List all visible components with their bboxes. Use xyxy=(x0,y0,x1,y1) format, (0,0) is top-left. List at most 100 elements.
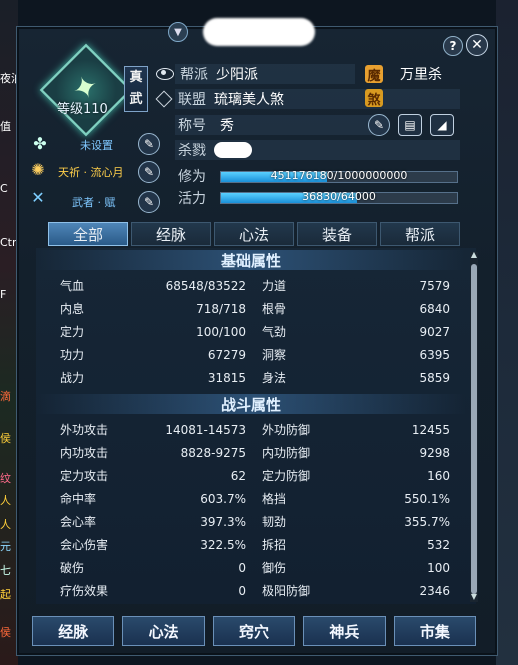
stat-label: 内功防御 xyxy=(262,446,311,460)
huoli-label: 活力 xyxy=(178,191,206,207)
stat-value: 6840 xyxy=(419,302,450,316)
list-icon[interactable]: ▤ xyxy=(398,114,422,136)
stat-value: 160 xyxy=(427,469,450,483)
weapon-button[interactable]: 神兵 xyxy=(303,616,386,646)
title-label: 称号 xyxy=(178,118,206,134)
edge-text: 七 xyxy=(0,564,11,577)
stat-label: 定力攻击 xyxy=(60,469,109,483)
stat-label: 御伤 xyxy=(262,561,287,575)
stat-value: 62 xyxy=(230,469,246,483)
acupoint-button[interactable]: 窍穴 xyxy=(212,616,296,646)
character-name-blurred xyxy=(203,18,315,46)
xinfa-button[interactable]: 心法 xyxy=(122,616,205,646)
guild-value: 少阳派 xyxy=(216,67,258,83)
level-label: 等级110 xyxy=(57,102,108,117)
edge-text: 纹 xyxy=(0,472,11,485)
stat-value: 9298 xyxy=(419,446,450,460)
alliance-row: 联盟 琉璃美人煞 xyxy=(155,89,284,109)
stat-value: 14081-14573 xyxy=(165,423,246,437)
scrollbar[interactable]: ▲ ▼ xyxy=(469,250,479,602)
stat-value: 5859 xyxy=(419,371,450,385)
stat-value: 322.5% xyxy=(200,538,246,552)
warrior-icon: ✕ xyxy=(31,188,45,207)
stat-label: 格挡 xyxy=(262,492,287,506)
edit-button[interactable]: ✎ xyxy=(138,161,160,183)
stat-label: 会心伤害 xyxy=(60,538,109,552)
stat-value: 9027 xyxy=(419,325,450,339)
huoli-row: 活力 xyxy=(178,188,206,208)
eraser-icon[interactable]: ◢ xyxy=(430,114,454,136)
huoli-text: 36830/64000 xyxy=(302,190,376,203)
stat-label: 极阳防御 xyxy=(262,584,311,598)
stat-value: 397.3% xyxy=(200,515,246,529)
sect-badge: 真武 xyxy=(124,66,148,112)
scroll-thumb[interactable] xyxy=(471,264,477,594)
kill-row: 杀戮 xyxy=(178,140,252,160)
stat-value: 100 xyxy=(427,561,450,575)
stat-value: 12455 xyxy=(411,423,450,437)
tab-xinfa[interactable]: 心法 xyxy=(214,222,294,246)
prayer-icon: ✺ xyxy=(31,160,45,179)
stat-label: 破伤 xyxy=(60,561,85,575)
prayer-link[interactable]: 天祈 · 流心月 xyxy=(58,164,124,180)
stat-value: 355.7% xyxy=(404,515,450,529)
tab-equipment[interactable]: 装备 xyxy=(297,222,377,246)
edge-text: 人 xyxy=(0,494,11,507)
stat-label: 定力防御 xyxy=(262,469,311,483)
edge-text: 侯 xyxy=(0,626,11,639)
stat-value: 67279 xyxy=(207,348,246,362)
close-button[interactable]: ✕ xyxy=(466,34,488,56)
alliance-value: 琉璃美人煞 xyxy=(214,92,284,108)
stat-value: 603.7% xyxy=(200,492,246,506)
edit-title-button[interactable]: ✎ xyxy=(368,114,390,136)
eye-icon[interactable] xyxy=(156,68,174,80)
title-value: 秀 xyxy=(220,118,234,134)
emote-icon: ✤ xyxy=(33,134,47,153)
xiuwei-label: 修为 xyxy=(178,169,206,185)
stat-label: 气血 xyxy=(60,279,85,293)
help-button[interactable]: ? xyxy=(443,36,463,56)
stat-value: 100/100 xyxy=(196,325,246,339)
xiuwei-text: 451176180/1000000000 xyxy=(270,169,408,182)
stat-value: 7579 xyxy=(419,279,450,293)
scroll-up-icon[interactable]: ▲ xyxy=(469,250,479,259)
tab-guild[interactable]: 帮派 xyxy=(380,222,460,246)
edge-text: C xyxy=(0,182,8,195)
stat-value: 532 xyxy=(427,538,450,552)
stat-label: 内息 xyxy=(60,302,85,316)
stat-label: 身法 xyxy=(262,371,287,385)
stat-label: 洞察 xyxy=(262,348,287,362)
diamond-icon xyxy=(155,90,173,108)
stat-value: 718/718 xyxy=(196,302,246,316)
stat-label: 疗伤效果 xyxy=(60,584,109,598)
kill-label: 杀戮 xyxy=(178,143,206,159)
stat-label: 外功防御 xyxy=(262,423,311,437)
xiuwei-bar: 451176180/1000000000 xyxy=(220,169,458,183)
stat-value: 0 xyxy=(238,584,246,598)
stat-value: 550.1% xyxy=(404,492,450,506)
attribute-list[interactable]: 基础属性 战斗属性 气血 68548/83522 力道 7579 内息 718/718 根骨… xyxy=(36,248,476,604)
edit-button[interactable]: ✎ xyxy=(138,191,160,213)
unset-link[interactable]: 未设置 xyxy=(80,137,113,153)
market-button[interactable]: 市集 xyxy=(393,616,477,646)
tab-all[interactable]: 全部 xyxy=(48,222,128,246)
edit-button[interactable]: ✎ xyxy=(138,133,160,155)
stat-label: 命中率 xyxy=(60,492,97,506)
edge-text: 值 xyxy=(0,120,11,133)
collapse-icon[interactable]: ▼ xyxy=(168,22,188,42)
stat-value: 0 xyxy=(238,561,246,575)
scroll-down-icon[interactable]: ▼ xyxy=(469,592,479,601)
guild-row: 帮派 少阳派 xyxy=(156,64,258,84)
warrior-link[interactable]: 武者 · 赋 xyxy=(72,194,116,210)
stat-label: 内功攻击 xyxy=(60,446,109,460)
stat-label: 气劲 xyxy=(262,325,287,339)
meridian-button[interactable]: 经脉 xyxy=(32,616,115,646)
edge-text: Ctr xyxy=(0,236,17,249)
stat-label: 根骨 xyxy=(262,302,287,316)
stat-value: 8828-9275 xyxy=(180,446,246,460)
guild-label: 帮派 xyxy=(180,67,208,83)
stat-label: 外功攻击 xyxy=(60,423,109,437)
stat-label: 定力 xyxy=(60,325,85,339)
stat-value: 6395 xyxy=(419,348,450,362)
tab-meridian[interactable]: 经脉 xyxy=(131,222,211,246)
